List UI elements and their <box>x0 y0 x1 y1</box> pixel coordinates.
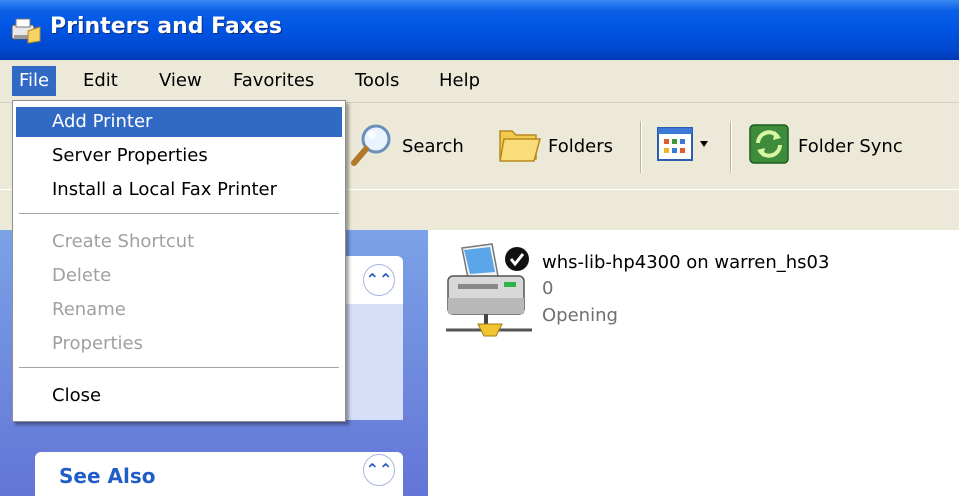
menu-item-properties: Properties <box>52 333 143 354</box>
views-button[interactable] <box>656 123 714 169</box>
toolbar-separator <box>640 121 642 173</box>
menu-item-close[interactable]: Close <box>16 381 342 411</box>
chevron-up-icon[interactable]: ⌃⌃ <box>363 264 395 296</box>
menu-favorites[interactable]: Favorites <box>226 66 321 96</box>
folder-sync-button[interactable]: Folder Sync <box>746 123 903 169</box>
menu-item-server-properties[interactable]: Server Properties <box>16 141 342 171</box>
views-icon <box>656 124 714 169</box>
printer-item[interactable]: whs-lib-hp4300 on warren_hs03 0 Opening <box>428 230 959 350</box>
printer-name: whs-lib-hp4300 on warren_hs03 <box>542 252 830 273</box>
folders-label: Folders <box>548 135 614 157</box>
search-icon <box>350 121 396 172</box>
menu-edit[interactable]: Edit <box>76 66 125 96</box>
title-bar: Printers and Faxes <box>0 0 959 60</box>
menu-item-install-fax[interactable]: Install a Local Fax Printer <box>16 175 342 205</box>
folders-button[interactable]: Folders <box>496 123 613 169</box>
menu-item-delete: Delete <box>52 265 112 286</box>
menu-item-create-shortcut: Create Shortcut <box>52 231 195 252</box>
menu-item-rename: Rename <box>52 299 126 320</box>
see-also-panel-header[interactable]: See Also ⌃⌃ <box>35 452 403 500</box>
menu-separator <box>19 213 339 215</box>
menu-tools[interactable]: Tools <box>348 66 406 96</box>
folder-sync-label: Folder Sync <box>798 135 903 157</box>
printer-list: whs-lib-hp4300 on warren_hs03 0 Opening <box>428 230 959 496</box>
see-also-title: See Also <box>59 464 156 488</box>
default-printer-check-icon <box>504 246 530 277</box>
search-button[interactable]: Search <box>350 123 464 169</box>
toolbar-separator <box>730 121 732 173</box>
menu-view[interactable]: View <box>152 66 209 96</box>
printer-folder-icon <box>10 15 42 45</box>
printer-document-count: 0 <box>542 278 554 299</box>
menu-item-add-printer[interactable]: Add Printer <box>16 107 342 137</box>
menu-separator <box>19 367 339 369</box>
printer-status: Opening <box>542 305 618 326</box>
folders-icon <box>496 121 542 172</box>
folder-sync-icon <box>746 121 792 172</box>
menu-file[interactable]: File <box>12 66 57 96</box>
search-label: Search <box>402 135 464 157</box>
window-title: Printers and Faxes <box>50 14 282 39</box>
chevron-up-icon[interactable]: ⌃⌃ <box>363 454 395 486</box>
menu-bar: File Edit View Favorites Tools Help <box>0 60 959 103</box>
menu-help[interactable]: Help <box>432 66 487 96</box>
file-menu-dropdown: Add Printer Server Properties Install a … <box>12 100 346 422</box>
